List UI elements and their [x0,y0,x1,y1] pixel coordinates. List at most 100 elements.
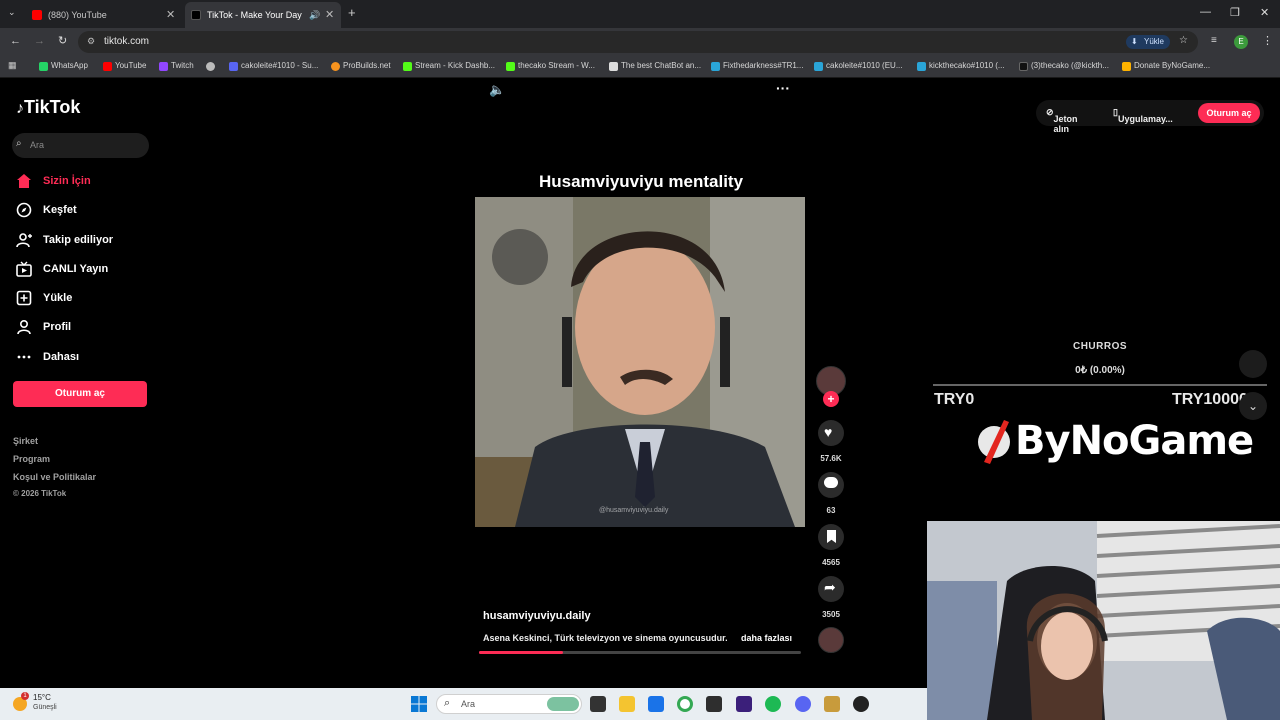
get-app-button[interactable]: ▯ Uygulamay... [1113,107,1173,124]
more-icon [17,355,31,359]
restore-icon[interactable]: ❐ [1230,6,1240,19]
video-options-icon[interactable]: ··· [776,80,790,96]
outlook-icon[interactable] [648,696,664,712]
taskbar-search-input[interactable]: ⌕ Ara [436,694,582,714]
nav-explore[interactable]: Keşfet [16,201,77,219]
bookmark-item[interactable]: Twitch [159,61,194,71]
bookmark-star-icon[interactable]: ☆ [1179,35,1188,46]
footer-program-link[interactable]: Program [13,454,50,464]
get-coins-button[interactable]: ⊘ Jeton alın [1046,107,1078,134]
site-info-icon[interactable]: ⚙ [87,36,95,47]
chrome-icon[interactable] [677,696,693,712]
forward-icon[interactable]: → [34,35,45,47]
nav-upload[interactable]: Yükle [16,289,72,307]
speaker-icon[interactable]: 🔊 [309,2,320,28]
see-more-link[interactable]: daha fazlası [741,633,792,643]
spotify-icon[interactable] [765,696,781,712]
minimize-icon[interactable]: — [1200,6,1211,18]
header-login-button[interactable]: Oturum aç [1198,103,1260,123]
file-explorer-icon[interactable] [619,696,635,712]
bookmark-item[interactable]: cakoleite#1010 (EU... [814,61,903,71]
obs-icon[interactable] [853,696,869,712]
tab-tiktok[interactable]: TikTok - Make Your Day 🔊 ✕ [185,2,341,28]
reading-list-icon[interactable]: ≡ [1211,35,1217,46]
install-app-button[interactable]: ⬇ Yükle [1125,35,1170,49]
video-progress-fill [479,651,563,654]
save-button[interactable] [818,524,844,550]
nav-for-you[interactable]: Sizin İçin [16,172,91,190]
bookmark-item[interactable]: Stream - Kick Dashb... [403,61,495,71]
youtube-icon [103,62,112,71]
tab-list-chevron-icon[interactable]: ⌄ [8,7,16,18]
share-button[interactable]: ➦ [818,576,844,602]
nav-following[interactable]: Takip ediliyor [16,231,113,249]
league-icon [711,62,720,71]
bookmarks-bar: ▦ WhatsApp YouTube Twitch cakoleite#1010… [0,56,1280,78]
nav-live[interactable]: CANLI Yayın [16,260,108,278]
music-disc-icon[interactable] [818,627,844,653]
globe-icon [206,62,215,71]
bookmark-item[interactable]: kickthecako#1010 (... [917,61,1005,71]
new-tab-icon[interactable]: + [348,5,356,20]
heart-icon: ♥ [824,424,833,440]
scroll-up-button[interactable] [1239,350,1267,378]
volume-icon[interactable]: 🔈 [489,82,505,98]
bynogame-brand: ByNoGame [1015,418,1254,464]
nav-profile[interactable]: Profil [16,318,71,336]
kebab-menu-icon[interactable]: ⋮ [1262,34,1273,47]
search-input[interactable]: ⌕ Ara [12,133,149,158]
reload-icon[interactable]: ↻ [58,34,67,47]
like-button[interactable]: ♥ [818,420,844,446]
bookmark-item[interactable]: YouTube [103,61,146,71]
upload-icon [16,290,32,306]
tiktok-logo[interactable]: ♪TikTok [16,97,80,118]
search-highlight-icon [547,697,579,711]
apps-grid-icon[interactable]: ▦ [8,60,17,71]
share-count: 3505 [822,610,840,619]
copyright-text: © 2026 TikTok [13,489,67,498]
league-client-icon[interactable] [824,696,840,712]
discord-icon[interactable] [795,696,811,712]
scroll-down-icon[interactable]: ⌄ [1239,392,1267,420]
comment-button[interactable] [818,472,844,498]
donation-goal-value: 0₺ (0.00%) [1075,365,1125,376]
bookmark-item[interactable]: ProBuilds.net [331,61,391,71]
footer-terms-link[interactable]: Koşul ve Politikalar [13,472,96,482]
nav-more[interactable]: Dahası [16,348,79,366]
bookmark-item[interactable]: thecako Stream - W... [506,61,595,71]
bookmark-item[interactable]: WhatsApp [39,61,88,71]
valorant-icon[interactable] [736,696,752,712]
back-icon[interactable]: ← [10,35,21,47]
bookmark-item[interactable]: Fixthedarkness#TR1... [711,61,803,71]
author-name[interactable]: husamviyuviyu.daily [483,610,591,622]
windows-start-icon[interactable] [411,696,427,712]
search-icon: ⌕ [444,697,451,709]
share-icon: ➦ [824,579,836,595]
weather-condition: Güneşli [33,704,57,711]
video-progress-bar[interactable] [479,651,801,654]
address-bar-row: ← → ↻ ⚙ tiktok.com ⬇ Yükle ☆ ≡ E ⋮ [0,28,1280,56]
bookmark-item[interactable]: (3)thecako (@kickth... [1019,61,1109,71]
like-count: 57.6K [820,454,842,463]
video-player[interactable]: @husamviyuviyu.daily [475,197,805,527]
app-icon[interactable] [706,696,722,712]
probuilds-icon [331,62,340,71]
footer-company-link[interactable]: Şirket [13,436,38,446]
close-window-icon[interactable]: ✕ [1260,6,1269,19]
profile-avatar[interactable]: E [1234,35,1248,49]
bookmark-item[interactable]: cakoleite#1010 - Su... [229,61,318,71]
follow-plus-icon[interactable]: + [823,391,839,407]
task-view-icon[interactable] [590,696,606,712]
tiktok-favicon-icon [191,10,201,20]
bynogame-icon [1122,62,1131,71]
bookmark-item[interactable]: Donate ByNoGame... [1122,61,1210,71]
video-title: Husamviyuviyu mentality [538,172,744,191]
browser-tab-strip: ⌄ (880) YouTube ✕ TikTok - Make Your Day… [0,0,1280,28]
close-icon[interactable]: ✕ [166,2,175,28]
login-button[interactable]: Oturum aç [13,381,147,407]
bookmark-item[interactable]: The best ChatBot an... [609,61,701,71]
tab-title: TikTok - Make Your Day [207,10,302,20]
close-icon[interactable]: ✕ [325,2,334,28]
tab-youtube[interactable]: (880) YouTube ✕ [26,2,180,28]
omnibox[interactable]: ⚙ tiktok.com ⬇ Yükle ☆ [78,31,1198,53]
